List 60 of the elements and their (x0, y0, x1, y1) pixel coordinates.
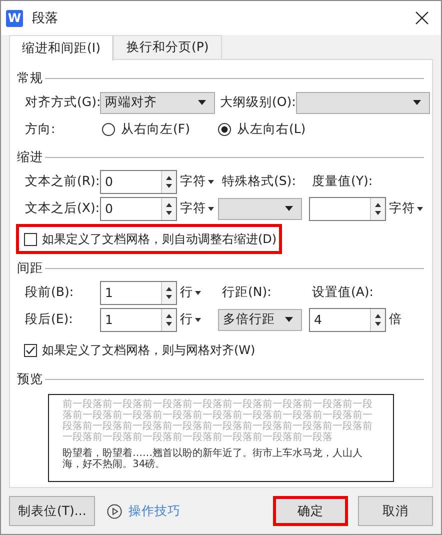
unit-dropdown[interactable]: 字符 (180, 200, 218, 217)
radio-option[interactable]: 从右向左(F) (102, 121, 190, 138)
tab[interactable]: 换行和分页(P) (113, 35, 222, 59)
close-icon[interactable] (415, 11, 429, 25)
field-label: 设置值(A): (312, 284, 374, 301)
section-heading: 预览 (17, 370, 43, 388)
tips-link[interactable]: 操作技巧 (107, 502, 180, 520)
section-heading: 间距 (17, 260, 43, 276)
field-label: 度量值(Y): (312, 173, 373, 190)
ok-button[interactable]: 确定 (273, 496, 348, 526)
number-field[interactable]: 0 (100, 196, 177, 220)
caret-icon (208, 206, 214, 210)
number-field[interactable] (309, 196, 386, 220)
field-label: 段后(E): (25, 311, 74, 328)
field-label: 文本之后(X): (25, 200, 100, 217)
caret-icon (195, 290, 201, 294)
unit-label: 倍 (389, 311, 403, 328)
number-field[interactable]: 1 (100, 280, 177, 304)
caret-icon (412, 100, 421, 105)
dropdown[interactable]: 两端对齐 (100, 92, 215, 114)
field-label: 行距(N): (222, 284, 272, 301)
checkbox-option[interactable]: 如果定义了文档网格，则与网格对齐(W) (24, 342, 256, 358)
number-field[interactable]: 0 (100, 170, 177, 194)
field-label: 方向: (25, 121, 56, 138)
section-heading: 常规 (17, 70, 43, 86)
caret-icon (208, 180, 214, 184)
field-label: 特殊格式(S): (222, 173, 297, 190)
sample-text: 盼望着，盼望着……翘首以盼的新年近了。街市上车水马龙，人山人海，好不热闹。34磅。 (62, 448, 364, 470)
field-label: 文本之前(R): (25, 173, 100, 190)
field-label: 大纲级别(O): (220, 94, 296, 111)
field-label: 对齐方式(G): (25, 94, 100, 111)
caret-icon (285, 206, 293, 211)
caret-icon (417, 206, 423, 210)
caret-icon (198, 100, 206, 105)
window-title: 段落 (32, 10, 58, 27)
spinner-icon[interactable] (161, 198, 176, 220)
radio-option[interactable]: 从左向右(L) (218, 121, 306, 138)
tab-stops-button[interactable]: 制表位(T)... (9, 496, 96, 526)
unit-dropdown[interactable]: 字符 (389, 200, 427, 217)
play-icon (107, 504, 122, 518)
spinner-icon[interactable] (370, 198, 385, 220)
tab[interactable]: 缩进和间距(I) (9, 35, 114, 61)
app-logo: W (6, 10, 23, 26)
spinner-icon[interactable] (161, 308, 176, 330)
dropdown[interactable]: 多倍行距 (218, 308, 302, 330)
number-field[interactable]: 1 (100, 308, 177, 332)
section-heading: 缩进 (17, 148, 43, 166)
field-label: 段前(B): (25, 284, 75, 301)
unit-dropdown[interactable]: 行 (180, 311, 218, 328)
checkbox-option[interactable]: 如果定义了文档网格，则自动调整右缩进(D) (24, 230, 277, 248)
cancel-button[interactable]: 取消 (358, 496, 433, 526)
number-field[interactable]: 4 (309, 308, 386, 332)
spinner-icon[interactable] (161, 170, 176, 192)
unit-dropdown[interactable]: 行 (180, 284, 218, 301)
unit-dropdown[interactable]: 字符 (180, 173, 218, 190)
spinner-icon[interactable] (161, 282, 176, 304)
caret-icon (285, 317, 293, 322)
spinner-icon[interactable] (370, 308, 385, 330)
previous-paragraph-text: 前一段落前一段落前一段落前一段落前一段落前一段落前一段落前一段落前一段落前一段落前一段落前一段落前一段落前一段落前一段落前一段落前一段落前一段落前一段落前一段落前一段落前一段落前一段落前一段落前一段落前一段落前一段落前一段落前一段落前一段落 (62, 399, 374, 443)
caret-icon (195, 318, 201, 322)
